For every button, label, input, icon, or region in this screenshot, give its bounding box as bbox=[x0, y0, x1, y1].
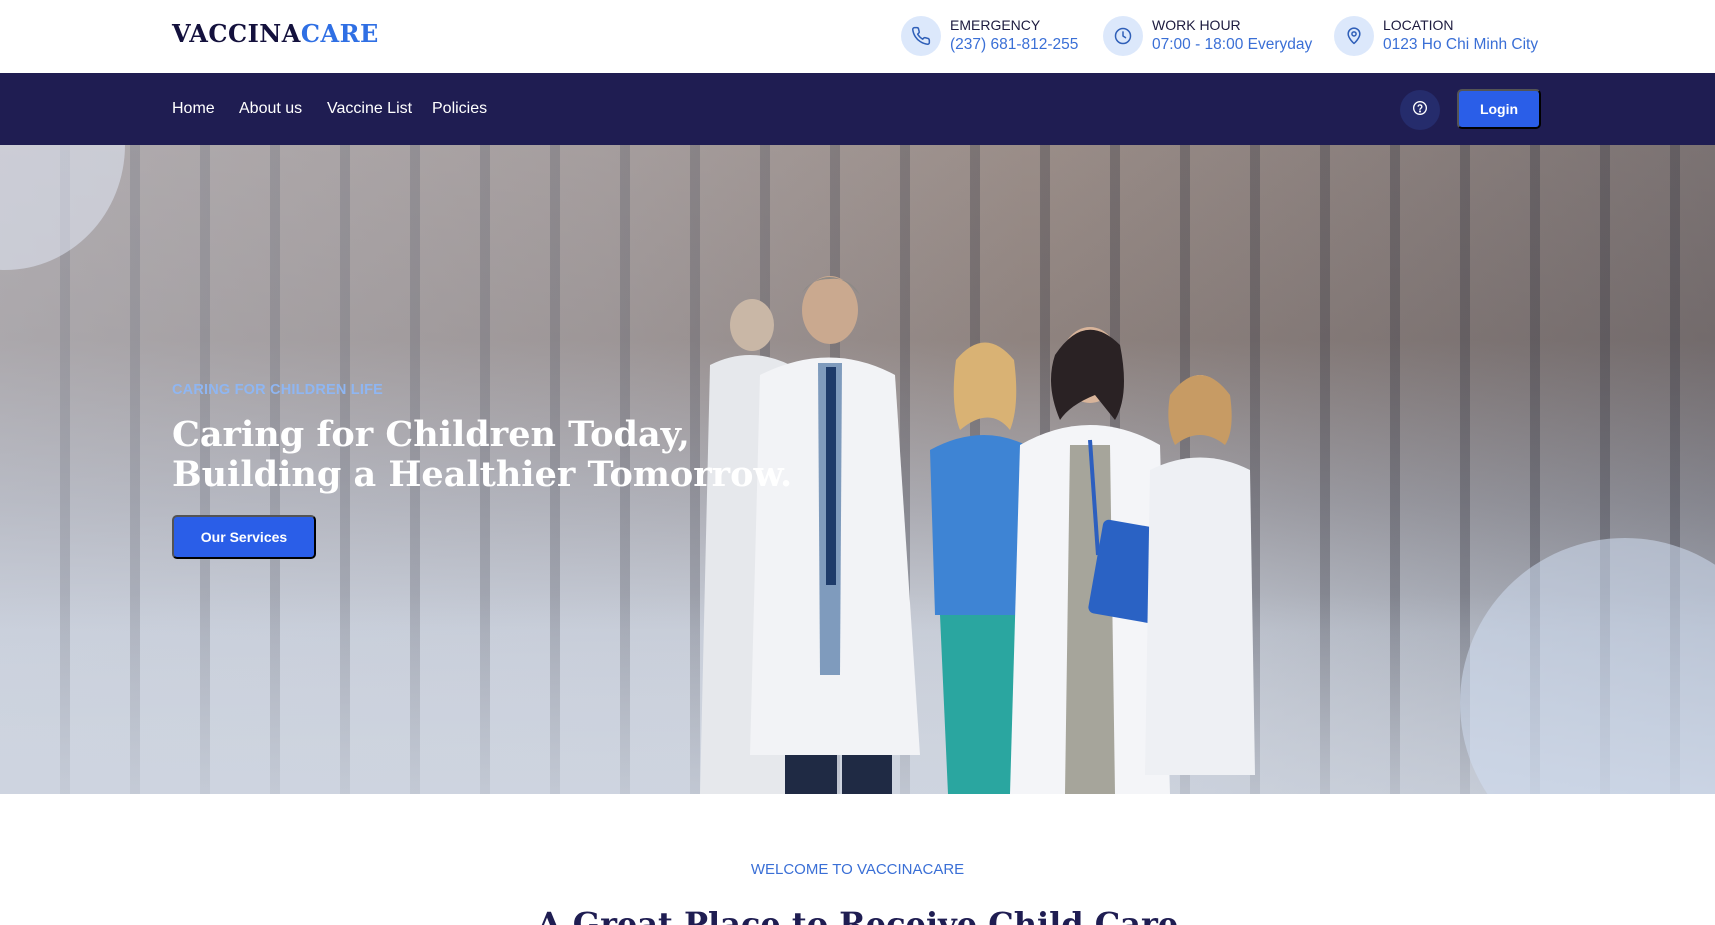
hero-title-line-2: Building a Healthier Tomorrow. bbox=[172, 454, 793, 495]
login-button[interactable]: Login bbox=[1457, 89, 1541, 129]
decorative-circle-bottom-right bbox=[1460, 538, 1715, 794]
main-nav: Home About us Vaccine List Policies Logi… bbox=[0, 73, 1715, 145]
top-info-bar: VACCINACARE EMERGENCY (237) 681-812-255 … bbox=[0, 0, 1715, 73]
emergency-contact: EMERGENCY (237) 681-812-255 bbox=[901, 15, 1078, 57]
location-info: LOCATION 0123 Ho Chi Minh City bbox=[1334, 15, 1538, 57]
welcome-eyebrow: WELCOME TO VACCINACARE bbox=[750, 861, 965, 878]
location-label: LOCATION bbox=[1383, 17, 1454, 33]
work-hour-label: WORK HOUR bbox=[1152, 17, 1241, 33]
nav-vaccine-list[interactable]: Vaccine List bbox=[327, 99, 412, 119]
logo-text-accent: CARE bbox=[300, 19, 379, 48]
phone-icon bbox=[901, 16, 941, 56]
nav-policies[interactable]: Policies bbox=[432, 99, 487, 119]
work-hour-value: 07:00 - 18:00 Everyday bbox=[1152, 36, 1313, 53]
welcome-heading: A Great Place to Receive Child Care bbox=[536, 905, 1179, 925]
map-pin-icon bbox=[1334, 16, 1374, 56]
hero-title: Caring for Children Today, Building a He… bbox=[172, 415, 872, 495]
question-circle-icon bbox=[1412, 100, 1428, 121]
hero-doctors-image bbox=[700, 276, 1255, 794]
work-hour-info: WORK HOUR 07:00 - 18:00 Everyday bbox=[1103, 15, 1312, 57]
clock-icon bbox=[1103, 16, 1143, 56]
hero-eyebrow: CARING FOR CHILDREN LIFE bbox=[172, 382, 384, 398]
decorative-circle-top-left bbox=[0, 145, 125, 270]
help-button[interactable] bbox=[1400, 90, 1440, 130]
location-value[interactable]: 0123 Ho Chi Minh City bbox=[1383, 34, 1538, 56]
logo-text-primary: VACCINA bbox=[172, 19, 301, 48]
emergency-label: EMERGENCY bbox=[950, 17, 1041, 33]
hero-banner: CARING FOR CHILDREN LIFE Caring for Chil… bbox=[0, 145, 1715, 794]
site-logo[interactable]: VACCINACARE bbox=[172, 19, 379, 48]
emergency-phone[interactable]: (237) 681-812-255 bbox=[950, 34, 1078, 56]
hero-title-line-1: Caring for Children Today, bbox=[172, 414, 690, 455]
nav-about-us[interactable]: About us bbox=[239, 99, 302, 119]
nav-home[interactable]: Home bbox=[172, 99, 215, 119]
our-services-button[interactable]: Our Services bbox=[172, 515, 316, 559]
